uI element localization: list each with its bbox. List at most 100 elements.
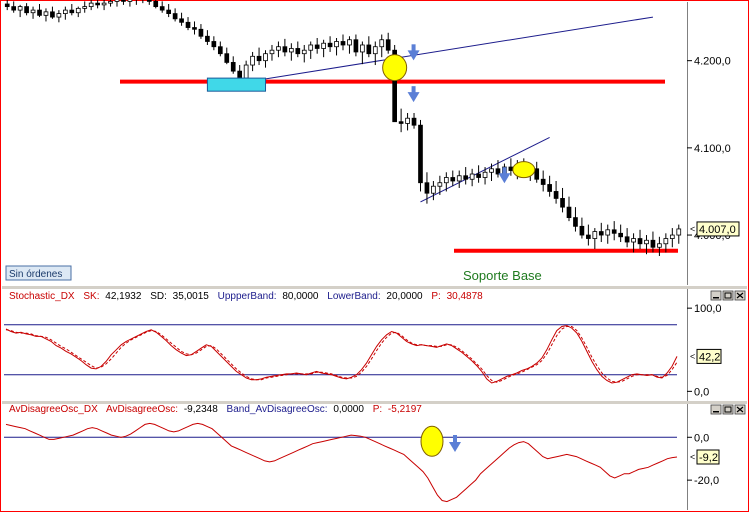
stochastic-panel[interactable]: Stochastic_DX SK: 42,1932 SD: 35,0015 Up… [2,289,746,401]
candle-body [121,0,126,2]
candle-body [237,70,243,79]
candle-body [431,185,436,194]
stochastic-window-buttons [710,290,746,301]
status-label: Sin órdenes [9,269,62,280]
candle-body [360,44,365,53]
candle-body [534,168,540,180]
candle-body [398,121,404,124]
candle-body [611,229,617,234]
candle-body [63,9,68,14]
candle-body [4,3,10,8]
candle-body [443,177,449,184]
candle-body [185,21,191,28]
candle-body [476,173,481,178]
candle-body [276,46,281,51]
candle-body [179,18,184,23]
down-arrow-icon [411,44,416,52]
candle-body [676,228,682,236]
candle-body [82,6,88,9]
candle-body [192,27,197,30]
candle-body [301,49,307,55]
y-tick-label: 4.100,0 [694,143,731,155]
candle-body [127,0,133,2]
candle-body [224,53,230,63]
candle-body [540,178,546,185]
stochastic-p-value: 30,4878 [447,291,484,302]
candle-body [321,42,326,49]
candle-body [573,217,578,227]
candle-body [624,236,630,243]
candle-body [230,62,236,72]
minimize-button[interactable] [710,290,722,301]
candle-body [295,48,301,55]
candle-body [243,64,249,79]
y-tick-label: 0,0 [694,432,709,444]
highlight-circle [512,161,536,179]
candle-body [340,41,346,46]
candle-body [308,44,314,51]
price-panel[interactable]: 4.200,04.100,04.000,0 4.007,0 < Sin órde… [2,0,740,285]
candle-body [566,206,572,219]
candle-body [11,6,17,11]
oscillator-last-value-marker: -9,2 < [690,449,720,465]
oscillator-panel[interactable]: AvDisagreeOsc_DX AvDisagreeOsc: -9,2348 … [2,404,746,510]
upper-band-value: 80,0000 [282,291,319,302]
candle-body [37,9,42,16]
candle-body [166,9,171,14]
oscillator-header: AvDisagreeOsc_DX AvDisagreeOsc: -9,2348 … [9,404,422,415]
trading-chart-window: 4.200,04.100,04.000,0 4.007,0 < Sin órde… [0,0,749,512]
maximize-button[interactable] [722,404,734,415]
candle-body [489,168,494,173]
candle-body [669,234,675,239]
last-value-caret-icon: < [690,351,695,361]
candle-body [456,175,462,182]
maximize-button[interactable] [722,290,734,301]
candle-body [650,239,656,248]
down-arrow-icon [502,167,507,175]
candle-body [579,225,585,236]
candle-body [482,171,488,178]
candle-body [172,13,178,20]
candle-body [663,238,669,245]
candle-body [644,239,649,245]
y-tick-label: 4.200,0 [694,56,731,68]
last-value-caret-icon: < [690,224,695,234]
candle-body [411,117,417,126]
candle-body [463,175,469,180]
close-button[interactable] [734,290,746,301]
price-last-value-marker: 4.007,0 < [690,221,740,237]
oscillator-last-value: -9,2 [699,452,718,464]
candle-body [24,6,29,14]
candle-body [50,11,55,18]
candle-body [146,0,152,2]
y-tick-label: -20,0 [694,475,719,487]
price-last-value: 4.007,0 [699,224,736,236]
candle-body [289,48,294,53]
candle-body [282,46,288,53]
stochastic-name: Stochastic_DX [9,291,75,302]
candle-body [217,46,223,55]
lower-band-label: LowerBand: [327,291,380,302]
status-box[interactable]: Sin órdenes [5,265,72,281]
candle-body [17,6,23,11]
candle-body [256,55,262,62]
stochastic-last-value: 42,2 [699,351,720,363]
band-value: 0,0000 [333,404,364,415]
candle-body [88,2,94,8]
sk-value: 42,1932 [105,291,142,302]
candle-body [598,231,604,236]
close-button[interactable] [734,404,746,415]
oscillator-plot-area[interactable] [2,404,687,510]
candle-body [657,243,662,248]
panel-divider[interactable] [2,286,747,289]
candle-body [508,166,514,171]
candle-body [418,124,423,184]
oscillator-p-label: P: [373,404,382,415]
minimize-button[interactable] [710,404,722,415]
highlight-circle [382,54,408,82]
candle-body [495,168,501,175]
candle-body [372,46,378,55]
candle-body [437,182,443,187]
candle-body [385,39,391,51]
down-arrow-icon [411,86,416,94]
